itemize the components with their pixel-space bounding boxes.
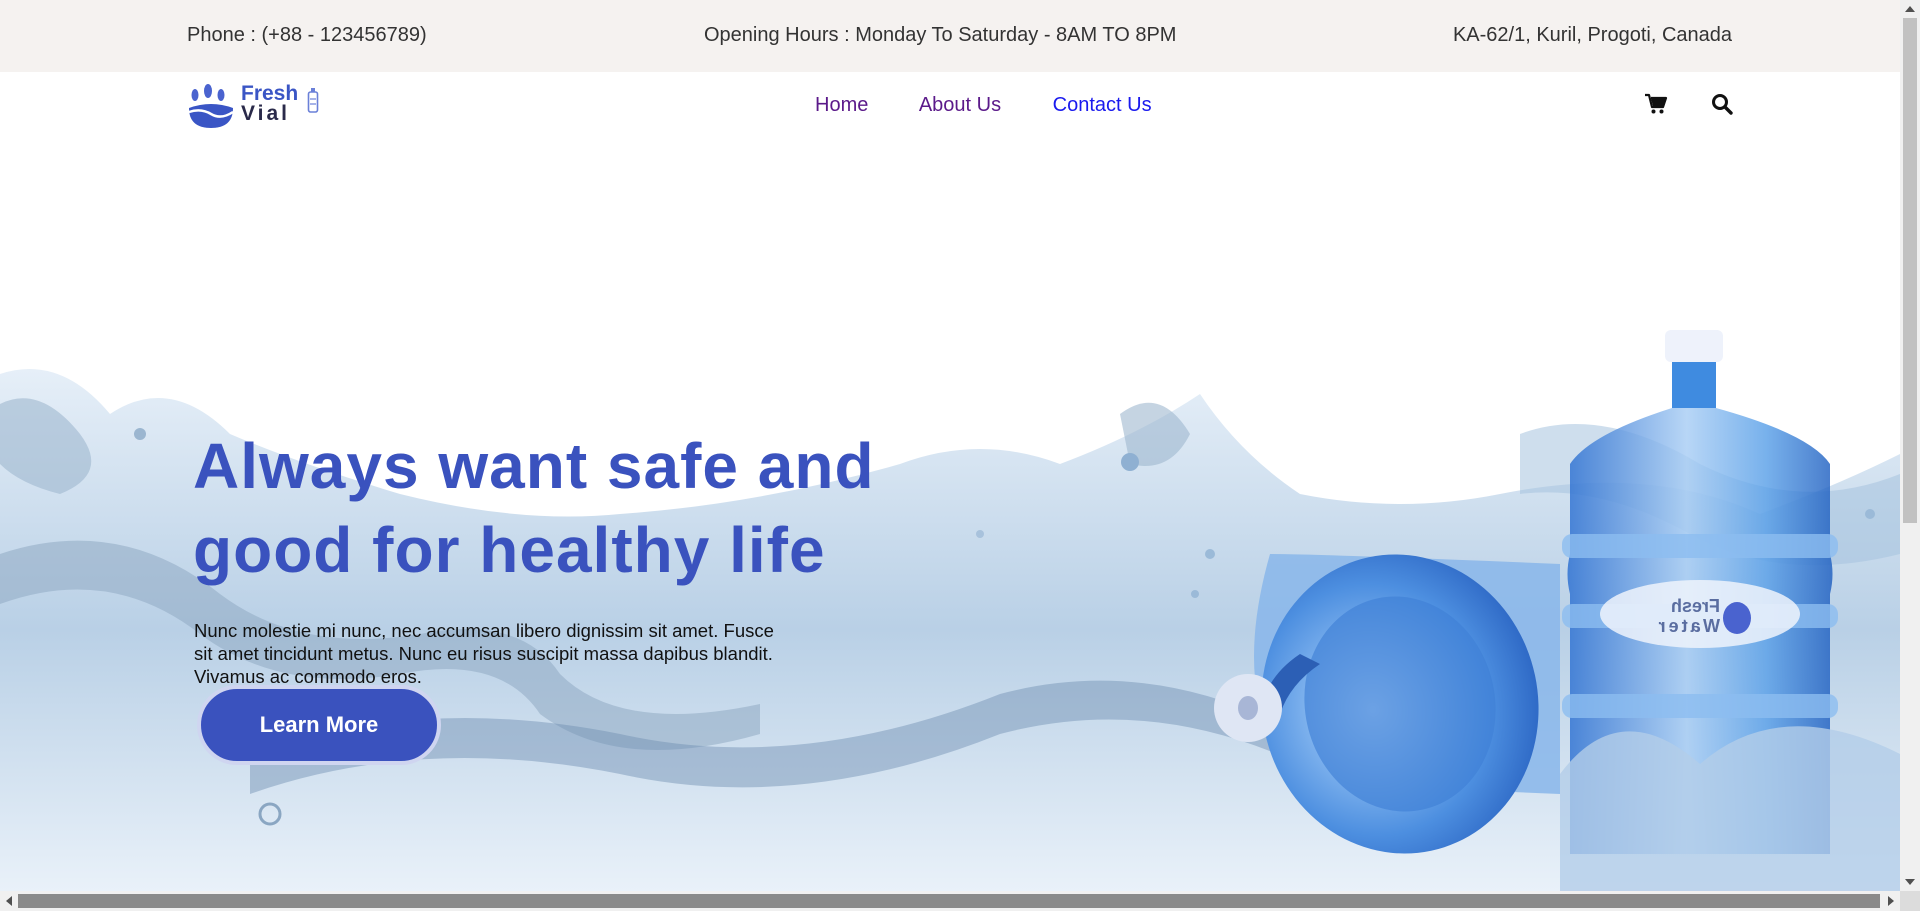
horizontal-scroll-thumb[interactable]	[18, 894, 1880, 908]
scroll-down-arrow-icon[interactable]	[1905, 879, 1915, 885]
horizontal-scrollbar[interactable]	[0, 891, 1900, 911]
top-info-bar: Phone : (+88 - 123456789) Opening Hours …	[0, 0, 1900, 72]
logo-line-vial: Vial	[241, 102, 290, 125]
scrollbar-corner	[1900, 891, 1920, 911]
hero-section: Fresh Water Always want safe and good fo…	[0, 134, 1900, 891]
vertical-scroll-thumb[interactable]	[1903, 18, 1917, 523]
bottle-label-water: Water	[1656, 616, 1720, 636]
main-navbar: Fresh Vial Home About Us Contact Us	[0, 72, 1900, 134]
address-info: KA-62/1, Kuril, Progoti, Canada	[1452, 24, 1732, 46]
opening-hours-info: Opening Hours : Monday To Saturday - 8AM…	[704, 24, 1177, 46]
bottle-label-fresh: Fresh	[1671, 596, 1720, 616]
phone-info: Phone : (+88 - 123456789)	[187, 24, 427, 46]
learn-more-button[interactable]: Learn More	[197, 685, 441, 765]
cart-icon[interactable]	[1644, 92, 1668, 116]
scroll-left-arrow-icon[interactable]	[6, 896, 12, 906]
browser-viewport: Phone : (+88 - 123456789) Opening Hours …	[0, 0, 1900, 891]
hero-description: Nunc molestie mi nunc, nec accumsan libe…	[194, 619, 774, 687]
scroll-right-arrow-icon[interactable]	[1888, 896, 1894, 906]
nav-link-home[interactable]: Home	[815, 94, 868, 116]
hero-headline: Always want safe and good for healthy li…	[193, 424, 953, 592]
search-icon[interactable]	[1710, 92, 1734, 116]
hero-headline-line-1: Always want safe and	[193, 430, 875, 502]
site-logo[interactable]: Fresh Vial	[187, 80, 321, 130]
hero-headline-line-2: good for healthy life	[193, 514, 826, 586]
nav-link-contact[interactable]: Contact Us	[1053, 94, 1152, 116]
logo-line-fresh: Fresh	[241, 82, 299, 105]
water-drops-logo-icon	[188, 84, 234, 128]
primary-nav: Home About Us Contact Us	[815, 94, 1198, 117]
bottle-icon	[307, 88, 319, 113]
logo-text: Fresh Vial	[241, 82, 299, 125]
scroll-up-arrow-icon[interactable]	[1905, 6, 1915, 12]
vertical-scrollbar[interactable]	[1900, 0, 1920, 891]
nav-link-about[interactable]: About Us	[919, 94, 1001, 116]
